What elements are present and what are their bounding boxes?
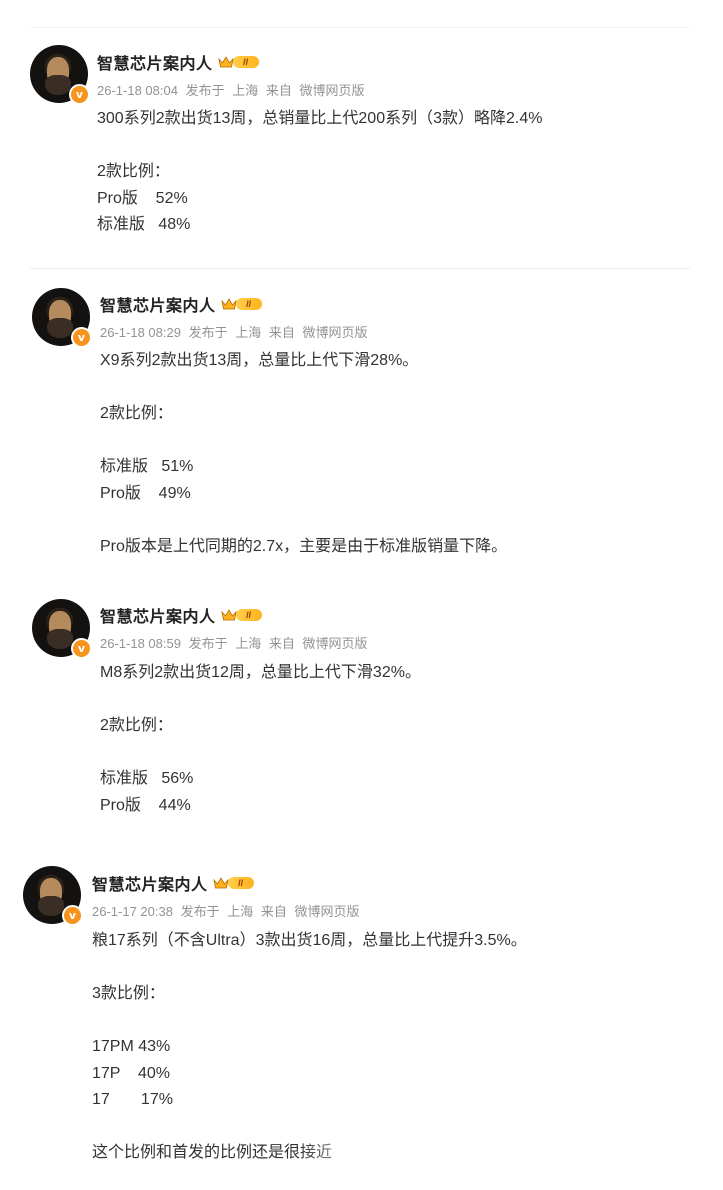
avatar[interactable]: v: [32, 288, 92, 348]
member-crown-badge[interactable]: II: [220, 296, 262, 312]
post-content: 300系列2款出货13周，总销量比上代200系列（3款）略降2.4% 2款比例：…: [97, 106, 542, 239]
content-line: 17PM 43%: [92, 1038, 171, 1055]
bottom-fade-overlay: [300, 1135, 440, 1175]
content-line: M8系列2款出货12周，总量比上代下滑32%。: [100, 664, 421, 681]
content-line: Pro版 52%: [97, 189, 188, 207]
content-line: [100, 428, 507, 455]
location: 上海: [235, 636, 262, 651]
content-line: [92, 1008, 527, 1035]
username[interactable]: 智慧芯片案内人: [100, 603, 216, 627]
post-divider: [30, 268, 690, 269]
post-meta: 26-1-18 08:29 发布于 上海 来自 微博网页版: [100, 322, 372, 341]
post-meta: 26-1-18 08:04 发布于 上海 来自 微博网页版: [97, 80, 369, 99]
verified-badge-icon: v: [69, 84, 90, 105]
content-line: Pro版 49%: [100, 484, 191, 502]
avatar-beard: [45, 75, 71, 95]
post-meta: 26-1-18 08:59 发布于 上海 来自 微博网页版: [100, 633, 372, 652]
author-row: 智慧芯片案内人 II: [100, 293, 262, 315]
content-line: 标准版 48%: [97, 216, 191, 233]
content-line: [92, 955, 527, 982]
level-badge: II: [227, 877, 254, 889]
content-line: Pro版 44%: [100, 796, 191, 814]
author-row: 智慧芯片案内人 II: [97, 51, 259, 73]
crown-icon: [212, 877, 229, 889]
verified-badge-icon: v: [62, 905, 83, 926]
from-label: 来自: [265, 83, 292, 98]
post-content: X9系列2款出货13周，总量比上代下滑28%。 2款比例： 标准版 51% Pro…: [100, 348, 507, 560]
content-line: [100, 375, 507, 402]
level-badge: II: [232, 56, 259, 68]
source[interactable]: 微博网页版: [300, 83, 365, 98]
username[interactable]: 智慧芯片案内人: [100, 292, 216, 316]
author-row: 智慧芯片案内人 II: [100, 604, 262, 626]
author-row: 智慧芯片案内人 II: [92, 872, 254, 894]
location: 上海: [235, 325, 262, 340]
avatar[interactable]: v: [23, 866, 83, 926]
avatar[interactable]: v: [30, 45, 90, 105]
post-meta: 26-1-17 20:38 发布于 上海 来自 微博网页版: [92, 901, 364, 920]
content-line: 粮17系列（不含Ultra）3款出货16周，总量比上代提升3.5%。: [92, 932, 527, 949]
content-line: 2款比例：: [97, 163, 170, 180]
from-label: 来自: [268, 636, 295, 651]
content-line: [97, 133, 542, 160]
post-time[interactable]: 26-1-18 08:59: [100, 636, 181, 651]
crown-icon: [220, 298, 237, 310]
avatar-beard: [38, 896, 64, 916]
member-crown-badge[interactable]: II: [212, 875, 254, 891]
source[interactable]: 微博网页版: [295, 904, 360, 919]
source[interactable]: 微博网页版: [303, 325, 368, 340]
location: 上海: [227, 904, 254, 919]
published-label: 发布于: [180, 904, 220, 919]
content-line: [100, 507, 507, 534]
published-label: 发布于: [188, 636, 228, 651]
content-line: 17 17%: [92, 1091, 173, 1108]
post-time[interactable]: 26-1-18 08:29: [100, 325, 181, 340]
username[interactable]: 智慧芯片案内人: [92, 871, 208, 895]
post-content: M8系列2款出货12周，总量比上代下滑32%。 2款比例： 标准版 56% Pro…: [100, 660, 421, 819]
verified-badge-icon: v: [71, 327, 92, 348]
content-line: 标准版 56%: [100, 770, 194, 787]
content-line: Pro版本是上代同期的2.7x，主要是由于标准版销量下降。: [100, 537, 508, 555]
post-content: 粮17系列（不含Ultra）3款出货16周，总量比上代提升3.5%。 3款比例：…: [92, 928, 527, 1167]
content-line: 2款比例：: [100, 717, 173, 734]
content-line: 3款比例：: [92, 985, 165, 1002]
published-label: 发布于: [185, 83, 225, 98]
content-line: 标准版 51%: [100, 458, 194, 475]
content-line: X9系列2款出货13周，总量比上代下滑28%。: [100, 352, 419, 369]
verified-badge-icon: v: [71, 638, 92, 659]
avatar-beard: [47, 629, 73, 649]
username[interactable]: 智慧芯片案内人: [97, 50, 213, 74]
location: 上海: [232, 83, 259, 98]
post-time[interactable]: 26-1-17 20:38: [92, 904, 173, 919]
content-line: [100, 687, 421, 714]
content-line: 17P 40%: [92, 1064, 170, 1082]
avatar[interactable]: v: [32, 599, 92, 659]
level-badge: II: [235, 298, 262, 310]
member-crown-badge[interactable]: II: [217, 54, 259, 70]
content-line: [100, 740, 421, 767]
post-time[interactable]: 26-1-18 08:04: [97, 83, 178, 98]
content-line: 300系列2款出货13周，总销量比上代200系列（3款）略降2.4%: [97, 110, 543, 127]
avatar-beard: [47, 318, 73, 338]
crown-icon: [217, 56, 234, 68]
content-line: 2款比例：: [100, 405, 173, 422]
member-crown-badge[interactable]: II: [220, 607, 262, 623]
from-label: 来自: [260, 904, 287, 919]
source[interactable]: 微博网页版: [303, 636, 368, 651]
top-divider: [30, 27, 690, 28]
crown-icon: [220, 609, 237, 621]
from-label: 来自: [268, 325, 295, 340]
published-label: 发布于: [188, 325, 228, 340]
level-badge: II: [235, 609, 262, 621]
